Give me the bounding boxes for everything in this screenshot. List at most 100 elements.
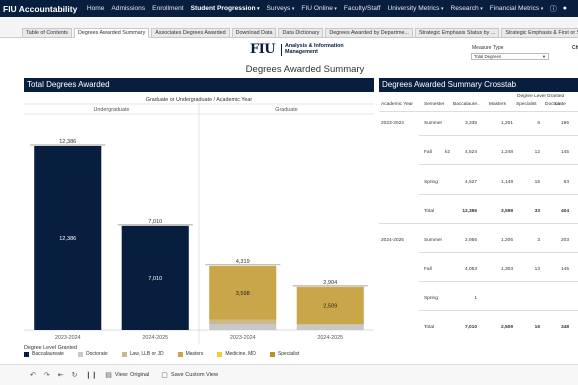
tab-degrees-awarded-by-departme[interactable]: Degrees Awarded by Departme... [325,28,413,38]
legend-item-doctorate[interactable]: Doctorate [77,351,108,357]
undo-icon[interactable]: ↶ [30,371,36,379]
crosstab-value: 12,386 [462,209,477,214]
crosstab-value: 33 [534,209,540,214]
crosstab-header: Degrees Awarded Summary Crosstab [379,78,578,92]
crosstab-value: 4,053 [464,267,477,272]
crosstab-value: 1,303 [500,267,513,272]
crosstab-value: 404 [560,209,569,214]
group-label-undergraduate: Undergraduate [94,107,130,113]
chevron-down-icon: ▾ [257,5,260,12]
group-label-graduate: Graduate [275,107,297,113]
legend-item-masters[interactable]: Masters [177,351,203,357]
crosstab-value: 13 [534,267,540,272]
dashboard-title: Degrees Awarded Summary [245,64,365,75]
crosstab-table: Degree Level Granted Academic Year Semeste… [379,94,578,342]
crosstab-semester: Total [424,325,435,330]
measure-type-select[interactable]: Total Degrees ▼ [471,53,549,60]
crosstab-value: 12 [534,150,540,155]
nav-item-financial-metrics[interactable]: Financial Metrics ▾ [486,5,546,12]
crosstab-row-divider [419,194,578,195]
crosstab-value: 3 [537,238,540,243]
refresh-icon[interactable]: ↻ [72,371,78,379]
nav-item-label: FIU Online [301,5,333,12]
view-original-button[interactable]: ▤ View: Original [105,371,149,379]
crosstab-value: 3,335 [464,121,477,126]
total-label: 7,010 [148,219,162,225]
nav-item-label: Student Progression [190,5,256,12]
chevron-down-icon: ▾ [480,5,483,12]
crosstab-value: 6 [537,121,540,126]
crosstab-value: 4,524 [464,150,477,155]
nav-item-label: Enrollment [152,5,184,12]
crosstab-value: 348 [560,325,569,330]
crosstab-column-header: Academic Year [381,102,413,107]
nav-item-surveys[interactable]: Surveys ▾ [263,5,298,12]
legend-label: Doctorate [85,351,108,357]
legend-label: Law, LLB or JD [129,351,164,357]
nav-item-admissions[interactable]: Admissions [108,5,149,12]
crosstab-semester: Spring [424,180,438,185]
nav-items: Home Admissions Enrollment Student Progress… [83,5,546,12]
crosstab-column-header: Masters [489,102,507,107]
crosstab-year: 2023-2024 [381,121,404,126]
logo-subtitle: Analysis & Information Management [285,43,344,55]
crosstab-value: 7,010 [464,325,477,330]
legend-item-law-llb-or-jd[interactable]: Law, LLB or JD [121,351,164,357]
redo-icon[interactable]: ↷ [44,371,50,379]
legend-item-specialist[interactable]: Specialist [269,351,299,357]
crosstab-semester: Summer [424,121,443,126]
pause-icon[interactable]: ❙❙ [86,371,98,379]
degrees-bar-chart: Graduate or Undergraduate / Academic Yea… [24,97,374,344]
crosstab-value: 1,149 [500,180,513,185]
crosstab-row-divider [379,223,578,224]
help-circle-icon[interactable]: ⓘ [547,4,560,14]
category-label: 2023-2024 [55,335,81,341]
crosstab-value: 3,598 [500,209,513,214]
crosstab-value: 2,509 [500,325,513,330]
crosstab-value: 15 [534,180,540,185]
legend-swatch [121,351,127,357]
tab-strategic-emphasis-first-or-se[interactable]: Strategic Emphasis & First or Se... [501,28,578,38]
tab-degrees-awarded-summary[interactable]: Degrees Awarded Summary [73,28,150,38]
tab-data-dictionary[interactable]: Data Dictionary [278,28,324,38]
legend: Baccalaureate Doctorate Law, LLB or JD Mast… [24,351,313,357]
tab-strategic-emphasis-status-by[interactable]: Strategic Emphasis Status by ... [414,28,500,38]
tab-associates-degrees-awarded[interactable]: Associates Degrees Awarded [151,28,230,38]
segment-label-baccalaureate: 7,010 [148,276,162,282]
nav-item-label: Home [86,5,105,12]
chevron-down-icon: ▾ [291,5,295,12]
tab-download-data[interactable]: Download Data [231,28,277,38]
crosstab-column-header: La [555,102,561,107]
revert-icon[interactable]: ⇤ [58,371,64,379]
nav-item-label: Surveys [266,5,291,12]
nav-item-fiu-online[interactable]: FIU Online ▾ [298,5,341,12]
sheet-tab-strip: Table of Contents Degrees Awarded Summary… [0,17,578,38]
chevron-down-icon: ▾ [540,5,544,12]
nav-item-faculty-staff[interactable]: Faculty/Staff [340,5,384,12]
degree-level-header: Degree Level Granted [517,94,565,99]
save-custom-view-button[interactable]: ▢ Save Custom View [161,371,218,379]
crosstab-semester: Total [424,209,435,214]
segment-label-baccalaureate: 12,386 [59,236,76,242]
tab-table-of-contents[interactable]: Table of Contents [22,28,72,38]
crosstab-value: 4,527 [464,180,477,185]
brand-title[interactable]: FIU Accountability [0,4,83,14]
crosstab-semester: Summer [424,238,443,243]
nav-item-research[interactable]: Research ▾ [447,5,486,12]
legend-label: Baccalaureate [32,351,64,357]
user-icon[interactable]: ● [560,5,570,12]
nav-item-university-metrics[interactable]: University Metrics ▾ [384,5,447,12]
total-label: 2,904 [323,280,337,286]
legend-label: Medicine, MD [225,351,256,357]
crosstab-value: 2,956 [464,238,477,243]
view-icon: ▤ [105,372,112,379]
legend-swatch [217,351,223,357]
legend-item-baccalaureate[interactable]: Baccalaureate [24,351,64,357]
nav-item-enrollment[interactable]: Enrollment [149,5,188,12]
nav-item-home[interactable]: Home [83,5,108,12]
nav-item-student-progression[interactable]: Student Progression ▾ [187,5,263,12]
legend-item-medicine-md[interactable]: Medicine, MD [217,351,256,357]
crosstab-column-header: Specialist [516,102,537,107]
crosstab-semester: Fall [424,267,432,272]
crosstab-semester: Fall [424,150,432,155]
